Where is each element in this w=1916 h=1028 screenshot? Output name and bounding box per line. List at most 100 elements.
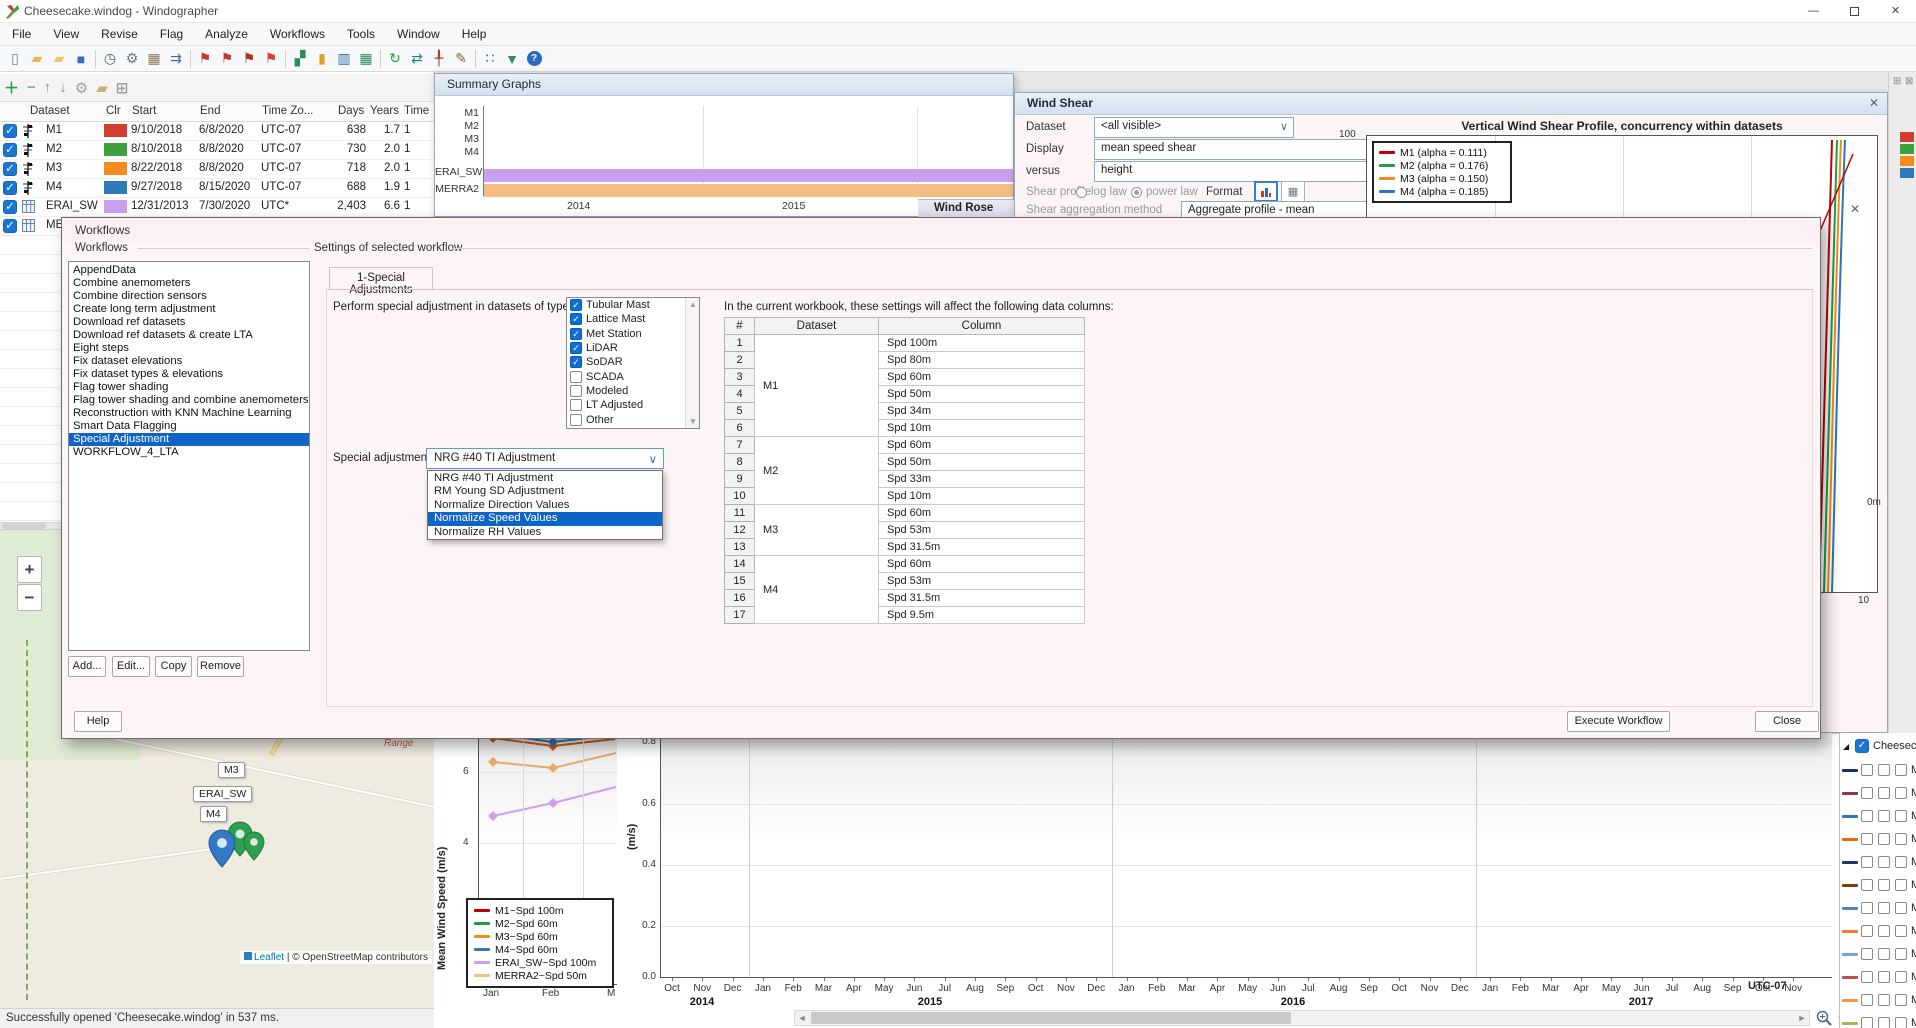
menu-help[interactable]: Help <box>462 27 487 41</box>
format-chart-button[interactable] <box>1254 181 1278 202</box>
scatter-icon[interactable]: ∷ <box>479 49 501 69</box>
map-pins[interactable] <box>200 822 270 874</box>
series-checkbox[interactable] <box>1895 833 1907 845</box>
series-checkbox[interactable] <box>1878 902 1890 914</box>
leaflet-link[interactable]: Leaflet <box>254 952 284 963</box>
dropdown-option[interactable]: Normalize Direction Values <box>428 499 662 512</box>
database-icon[interactable]: ▮ <box>311 49 333 69</box>
remove-workflow-button[interactable]: Remove <box>197 656 244 677</box>
unchecked-checkbox[interactable] <box>570 414 582 426</box>
column-header-time[interactable]: Time <box>404 105 429 117</box>
column-header-dataset[interactable]: Dataset <box>30 105 70 117</box>
column-header-end[interactable]: End <box>200 105 220 117</box>
dataset-row-erai_sw[interactable]: ✓ERAI_SW12/31/20137/30/2020UTC*2,4036.61 <box>0 198 434 217</box>
workflows-dialog-titlebar[interactable]: Workflows <box>62 218 1820 243</box>
menu-tools[interactable]: Tools <box>347 27 375 41</box>
workflow-item[interactable]: Download ref datasets & create LTA <box>69 329 309 342</box>
zoom-in-icon[interactable] <box>1816 1010 1832 1026</box>
dataset-checkbox[interactable]: ✓ <box>3 162 17 176</box>
tab-special-adjustments[interactable]: 1-Special Adjustments <box>329 267 433 290</box>
legend-row[interactable]: M <box>1840 805 1916 828</box>
workflow-item[interactable]: Combine direction sensors <box>69 290 309 303</box>
dataset-checkbox[interactable]: ✓ <box>3 219 17 233</box>
folder-icon[interactable]: ▰ <box>48 49 70 69</box>
color-swatch[interactable] <box>104 181 127 194</box>
series-checkbox[interactable] <box>1878 971 1890 983</box>
type-checkbox-lattice-mast[interactable]: ✓Lattice Mast <box>567 312 699 326</box>
checked-checkbox[interactable]: ✓ <box>570 328 582 340</box>
type-checkbox-tubular-mast[interactable]: ✓Tubular Mast <box>567 298 699 312</box>
type-checkbox-lidar[interactable]: ✓LiDAR <box>567 341 699 355</box>
workflow-item[interactable]: Combine anemometers <box>69 277 309 290</box>
splitter-thumb[interactable] <box>2 523 46 529</box>
gear-icon[interactable]: ⚙ <box>121 49 143 69</box>
series-checkbox[interactable] <box>1861 994 1873 1006</box>
menu-flag[interactable]: Flag <box>160 27 183 41</box>
type-checkbox-met-station[interactable]: ✓Met Station <box>567 327 699 341</box>
series-checkbox[interactable] <box>1861 833 1873 845</box>
series-checkbox[interactable] <box>1861 925 1873 937</box>
flag-icon-1[interactable]: ⚑ <box>194 49 216 69</box>
transfer-icon[interactable]: ⇄ <box>406 49 428 69</box>
close-button[interactable]: ✕ <box>1875 0 1916 23</box>
dataset-row-m2[interactable]: ✓M28/10/20188/8/2020UTC-077302.01 <box>0 141 434 160</box>
color-swatch[interactable] <box>104 162 127 175</box>
series-checkbox[interactable] <box>1861 879 1873 891</box>
new-file-icon[interactable]: ▯ <box>4 49 26 69</box>
checked-checkbox[interactable]: ✓ <box>570 313 582 325</box>
new-window-icon[interactable]: ⊞ <box>116 79 129 97</box>
series-checkbox[interactable] <box>1878 994 1890 1006</box>
workflow-item[interactable]: Fix dataset elevations <box>69 355 309 368</box>
timeseries-chart-icon[interactable]: ▞ <box>289 49 311 69</box>
edit-icon[interactable]: ✎ <box>450 49 472 69</box>
workflow-item[interactable]: Reconstruction with KNN Machine Learning <box>69 407 309 420</box>
map-marker-label-m3[interactable]: M3 <box>218 762 245 778</box>
legend-tree-root[interactable]: ◢✓Cheesec <box>1840 736 1916 759</box>
dataset-checkbox[interactable]: ✓ <box>3 143 17 157</box>
dataset-row-m4[interactable]: ✓M49/27/20188/15/2020UTC-076881.91 <box>0 179 434 198</box>
calendar-icon[interactable]: ▦ <box>143 49 165 69</box>
series-checkbox[interactable] <box>1878 879 1890 891</box>
legend-row[interactable]: M <box>1840 966 1916 989</box>
move-up-icon[interactable]: ↑ <box>44 79 52 96</box>
unchecked-checkbox[interactable] <box>570 385 582 397</box>
ts-horizontal-scrollbar[interactable]: ◄ ► <box>794 1010 1810 1026</box>
log-law-radio[interactable] <box>1076 187 1087 198</box>
dataset-checkbox[interactable]: ✓ <box>3 200 17 214</box>
power-law-radio[interactable] <box>1131 187 1142 198</box>
column-header-tz[interactable]: Time Zo... <box>262 105 313 117</box>
dataset-checkbox[interactable]: ✓ <box>3 181 17 195</box>
checked-checkbox[interactable]: ✓ <box>570 356 582 368</box>
move-down-icon[interactable]: ↓ <box>59 79 67 96</box>
dataset-combo[interactable]: <all visible>∨ <box>1094 117 1294 138</box>
help-icon[interactable]: ? <box>523 49 545 69</box>
dataset-row-m3[interactable]: ✓M38/22/20188/8/2020UTC-077182.01 <box>0 160 434 179</box>
close-dialog-button[interactable]: Close <box>1755 711 1819 732</box>
histogram-icon[interactable]: ▥ <box>333 49 355 69</box>
legend-row[interactable]: M <box>1840 989 1916 1012</box>
dropdown-option[interactable]: NRG #40 TI Adjustment <box>428 472 662 485</box>
goto-arrows-icon[interactable]: ⇉ <box>165 49 187 69</box>
refresh-icon[interactable]: ↻ <box>384 49 406 69</box>
series-checkbox[interactable] <box>1878 1017 1890 1028</box>
series-checkbox[interactable] <box>1895 787 1907 799</box>
series-checkbox[interactable] <box>1895 764 1907 776</box>
map-zoom-out-button[interactable]: − <box>17 584 42 611</box>
series-checkbox[interactable] <box>1895 810 1907 822</box>
legend-row[interactable]: M <box>1840 851 1916 874</box>
type-checkbox-sodar[interactable]: ✓SoDAR <box>567 355 699 369</box>
series-checkbox[interactable] <box>1861 856 1873 868</box>
open-folder-icon[interactable]: ▰ <box>26 49 48 69</box>
map-marker-label-m4[interactable]: M4 <box>200 806 227 822</box>
series-checkbox[interactable] <box>1895 1017 1907 1028</box>
color-swatch[interactable] <box>104 143 127 156</box>
series-checkbox[interactable] <box>1895 879 1907 891</box>
series-checkbox[interactable] <box>1895 925 1907 937</box>
legend-row[interactable]: M <box>1840 759 1916 782</box>
dataset-type-checklist[interactable]: ▲▼ ✓Tubular Mast✓Lattice Mast✓Met Statio… <box>566 297 700 429</box>
mdi-restore-icon[interactable]: ⊞ <box>1893 76 1901 87</box>
checklist-scrollbar[interactable]: ▲▼ <box>685 298 699 428</box>
dataset-gear-icon[interactable]: ⚙ <box>75 79 88 97</box>
legend-row[interactable]: M <box>1840 943 1916 966</box>
special-adjustment-dropdown[interactable]: NRG #40 TI AdjustmentRM Young SD Adjustm… <box>427 470 663 540</box>
